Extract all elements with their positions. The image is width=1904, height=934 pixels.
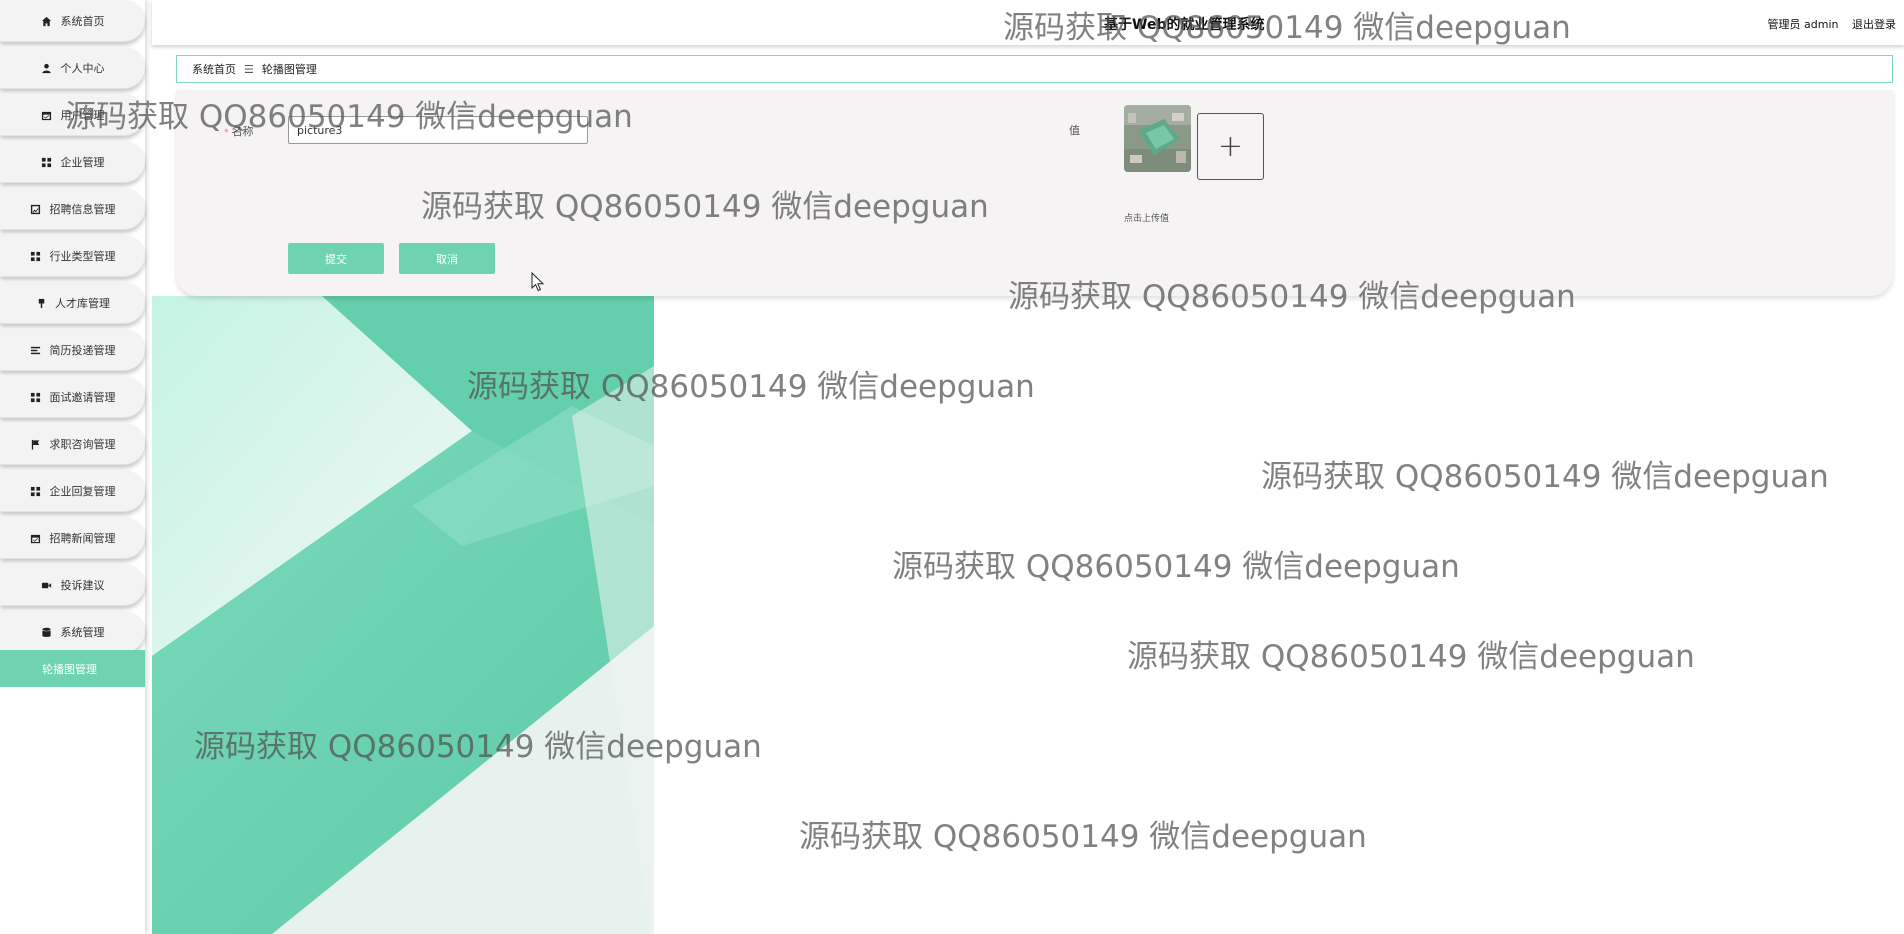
breadcrumb: 系统首页 ☰ 轮播图管理 xyxy=(176,55,1893,83)
breadcrumb-separator-icon: ☰ xyxy=(244,62,254,76)
grid-icon xyxy=(30,250,42,262)
name-input[interactable] xyxy=(288,116,588,144)
sidebar-item-news[interactable]: 招聘新闻管理 xyxy=(0,517,145,559)
sidebar-item-label: 企业回复管理 xyxy=(49,485,116,498)
calendar-check-icon xyxy=(30,532,42,544)
breadcrumb-current: 轮播图管理 xyxy=(261,63,317,76)
sidebar-item-users[interactable]: 用户管理 xyxy=(0,94,145,136)
grid-icon xyxy=(41,156,53,168)
database-icon xyxy=(41,626,53,638)
mouse-cursor-icon xyxy=(531,271,545,296)
submit-button[interactable]: 提交 xyxy=(288,243,384,274)
sidebar: 系统首页 个人中心 用户管理 企业管理 招聘信息管理 行业类型管理 人才库管理 … xyxy=(0,0,145,934)
sidebar-item-label: 用户管理 xyxy=(60,109,105,122)
name-label-text: 名称 xyxy=(231,125,254,138)
sidebar-item-profile[interactable]: 个人中心 xyxy=(0,47,145,89)
watermark-text: 源码获取 QQ86050149 微信deepguan xyxy=(1261,459,1829,495)
edit-form-panel: *名称 值 + 点击上传值 提交 取消 xyxy=(176,90,1893,296)
home-icon xyxy=(41,15,53,27)
current-user-label: 管理员 admin xyxy=(1767,18,1839,31)
user-icon xyxy=(41,62,53,74)
sidebar-item-company-replies[interactable]: 企业回复管理 xyxy=(0,470,145,512)
background-art xyxy=(152,296,654,934)
breadcrumb-home[interactable]: 系统首页 xyxy=(192,61,236,77)
sidebar-item-label: 投诉建议 xyxy=(60,579,105,592)
sidebar-item-label: 招聘新闻管理 xyxy=(49,532,116,545)
sidebar-item-interviews[interactable]: 面试邀请管理 xyxy=(0,376,145,418)
pin-icon xyxy=(35,297,47,309)
sidebar-item-industry-types[interactable]: 行业类型管理 xyxy=(0,235,145,277)
watermark-text: 源码获取 QQ86050149 微信deepguan xyxy=(1127,639,1695,675)
sidebar-item-label: 简历投递管理 xyxy=(49,344,116,357)
sidebar-item-label: 系统首页 xyxy=(60,15,105,28)
list-icon xyxy=(30,344,42,356)
sidebar-item-resumes[interactable]: 简历投递管理 xyxy=(0,329,145,371)
sidebar-item-talent-pool[interactable]: 人才库管理 xyxy=(0,282,145,324)
cancel-button[interactable]: 取消 xyxy=(399,243,495,274)
user-area: 管理员 admin 退出登录 xyxy=(1758,16,1896,32)
sidebar-item-system[interactable]: 系统管理 xyxy=(0,611,145,653)
sidebar-item-label: 系统管理 xyxy=(60,626,105,639)
video-icon xyxy=(41,579,53,591)
sidebar-item-job-postings[interactable]: 招聘信息管理 xyxy=(0,188,145,230)
app-title: 基于Web的就业管理系统 xyxy=(1104,17,1265,33)
upload-hint: 点击上传值 xyxy=(1124,214,1170,224)
watermark-text: 源码获取 QQ86050149 微信deepguan xyxy=(799,819,1367,855)
top-header: 基于Web的就业管理系统 管理员 admin 退出登录 xyxy=(152,0,1904,45)
sidebar-item-complaints[interactable]: 投诉建议 xyxy=(0,564,145,606)
watermark-text: 源码获取 QQ86050149 微信deepguan xyxy=(892,549,1460,585)
flag-icon xyxy=(30,438,42,450)
logout-link[interactable]: 退出登录 xyxy=(1852,18,1896,31)
grid-icon xyxy=(30,485,42,497)
sidebar-item-consultations[interactable]: 求职咨询管理 xyxy=(0,423,145,465)
chart-icon xyxy=(30,203,42,215)
sidebar-item-label: 面试邀请管理 xyxy=(49,391,116,404)
sidebar-item-label: 求职咨询管理 xyxy=(49,438,116,451)
required-asterisk: * xyxy=(224,128,229,138)
upload-image-button[interactable]: + xyxy=(1197,113,1264,180)
grid-icon xyxy=(30,391,42,403)
value-field-label: 值 xyxy=(1069,124,1080,137)
sidebar-subitem-label: 轮播图管理 xyxy=(42,662,97,676)
sidebar-item-label: 行业类型管理 xyxy=(49,250,116,263)
name-field-label: * 名称 xyxy=(224,123,254,139)
sidebar-item-home[interactable]: 系统首页 xyxy=(0,0,145,42)
sidebar-item-label: 人才库管理 xyxy=(55,297,110,310)
sidebar-item-label: 个人中心 xyxy=(60,62,105,75)
sidebar-item-label: 招聘信息管理 xyxy=(49,203,116,216)
sidebar-subitem-carousel[interactable]: 轮播图管理 xyxy=(0,650,145,687)
sidebar-item-companies[interactable]: 企业管理 xyxy=(0,141,145,183)
uploaded-image-thumbnail[interactable] xyxy=(1124,105,1191,172)
sidebar-item-label: 企业管理 xyxy=(60,156,105,169)
calendar-check-icon xyxy=(41,109,53,121)
plus-icon: + xyxy=(1217,128,1244,164)
